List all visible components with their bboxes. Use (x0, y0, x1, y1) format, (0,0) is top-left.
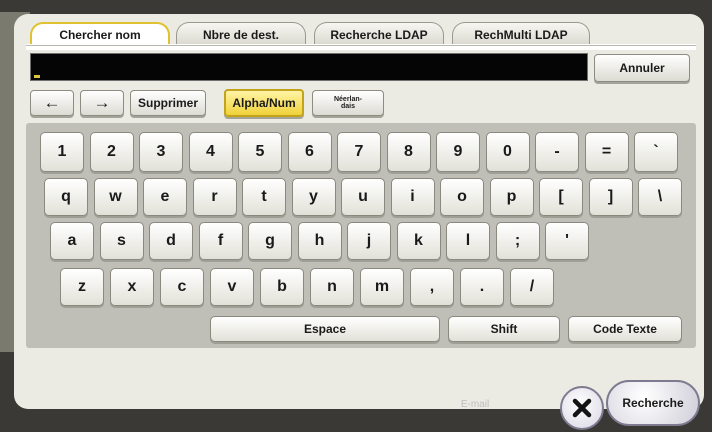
cancel-button[interactable]: Annuler (594, 54, 690, 82)
key-row1-5[interactable]: 6 (287, 132, 332, 172)
alphanum-button[interactable]: Alpha/Num (224, 89, 304, 117)
close-button[interactable] (560, 386, 604, 430)
key-row2-0[interactable]: q (44, 178, 88, 216)
text-cursor (34, 75, 40, 78)
key-row1-9[interactable]: 0 (485, 132, 530, 172)
code-texte-key[interactable]: Code Texte (568, 316, 682, 342)
dutch-keyboard-button[interactable]: Néerlan- dais (312, 90, 384, 116)
key-row2-6[interactable]: u (341, 178, 385, 216)
shift-key[interactable]: Shift (448, 316, 560, 342)
key-row2-12[interactable]: \ (638, 178, 682, 216)
left-arrow-icon: ← (43, 93, 61, 112)
cursor-right-button[interactable]: → (80, 90, 124, 116)
background-email-label: E-mail (460, 399, 490, 410)
right-arrow-icon: → (93, 93, 111, 112)
search-button[interactable]: Recherche (606, 380, 700, 426)
key-row3-2[interactable]: d (149, 222, 193, 260)
key-row2-11[interactable]: ] (588, 178, 633, 216)
key-row3-10[interactable]: ' (545, 222, 589, 260)
key-row2-5[interactable]: y (291, 178, 336, 216)
key-row4-3[interactable]: v (210, 268, 254, 306)
key-row3-6[interactable]: j (347, 222, 391, 260)
tab-nbre-de-dest[interactable]: Nbre de dest. (176, 22, 306, 46)
key-row1-8[interactable]: 9 (436, 132, 480, 172)
tab-recherche-ldap[interactable]: Recherche LDAP (314, 22, 444, 46)
key-row2-2[interactable]: e (143, 178, 187, 216)
key-row1-4[interactable]: 5 (238, 132, 282, 172)
key-row1-10[interactable]: - (535, 132, 579, 172)
key-row2-8[interactable]: o (440, 178, 484, 216)
key-row4-0[interactable]: z (60, 268, 104, 306)
key-row1-2[interactable]: 3 (139, 132, 183, 172)
key-row3-5[interactable]: h (297, 222, 342, 260)
key-row4-1[interactable]: x (110, 268, 154, 306)
key-row2-1[interactable]: w (93, 178, 138, 216)
key-row3-3[interactable]: f (198, 222, 243, 260)
key-row3-4[interactable]: g (248, 222, 292, 260)
key-row3-0[interactable]: a (50, 222, 94, 260)
key-row2-4[interactable]: t (242, 178, 286, 216)
key-row1-7[interactable]: 8 (386, 132, 431, 172)
key-row4-2[interactable]: c (160, 268, 204, 306)
key-row3-9[interactable]: ; (495, 222, 540, 260)
key-row4-7[interactable]: , (410, 268, 454, 306)
tab-chercher-nom[interactable]: Chercher nom (30, 22, 170, 46)
tab-strip-line (26, 45, 696, 46)
key-row4-4[interactable]: b (260, 268, 304, 306)
key-row1-12[interactable]: ` (634, 132, 678, 172)
key-row2-7[interactable]: i (390, 178, 435, 216)
key-row2-9[interactable]: p (489, 178, 534, 216)
key-row1-0[interactable]: 1 (40, 132, 84, 172)
key-row1-3[interactable]: 4 (188, 132, 233, 172)
delete-button[interactable]: Supprimer (130, 90, 206, 116)
key-row1-1[interactable]: 2 (89, 132, 134, 172)
key-row4-6[interactable]: m (360, 268, 404, 306)
device-frame: Chercher nom Nbre de dest. Recherche LDA… (0, 0, 712, 432)
key-row3-8[interactable]: l (446, 222, 490, 260)
space-key[interactable]: Espace (210, 316, 440, 342)
search-input[interactable] (30, 53, 588, 81)
key-row4-8[interactable]: . (460, 268, 504, 306)
key-row1-6[interactable]: 7 (337, 132, 381, 172)
key-row4-9[interactable]: / (510, 268, 554, 306)
key-row3-1[interactable]: s (99, 222, 144, 260)
key-row1-11[interactable]: = (584, 132, 629, 172)
key-row3-7[interactable]: k (396, 222, 441, 260)
key-row2-3[interactable]: r (192, 178, 237, 216)
key-row2-10[interactable]: [ (539, 178, 583, 216)
key-row4-5[interactable]: n (310, 268, 354, 306)
cursor-left-button[interactable]: ← (30, 90, 74, 116)
tab-rechmulti-ldap[interactable]: RechMulti LDAP (452, 22, 590, 46)
close-x-icon (572, 398, 592, 418)
